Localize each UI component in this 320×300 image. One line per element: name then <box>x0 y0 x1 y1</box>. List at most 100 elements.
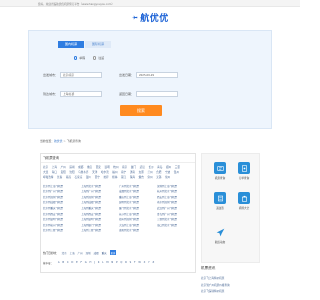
plane-logo-icon <box>131 15 138 20</box>
tile-order-search[interactable]: 订单查询 <box>234 162 254 180</box>
tile-label: 机票查询 <box>214 176 226 180</box>
letter-link[interactable]: P <box>116 261 118 265</box>
breadcrumb-sep: > <box>63 139 66 143</box>
side-panel: 机票查询 订单查询 退改签 机场大全 航班动态 <box>201 153 260 273</box>
return-date-input[interactable] <box>136 91 178 97</box>
building-icon <box>238 192 250 204</box>
city-link[interactable]: 常州 <box>165 175 170 180</box>
to-city-input[interactable]: 上海/虹桥 <box>60 91 102 97</box>
city-link[interactable]: 丽江 <box>121 175 126 180</box>
news-link[interactable]: 北京飞深圳特价机票 <box>201 289 230 293</box>
letter-link[interactable]: Y <box>148 261 150 265</box>
city-link[interactable]: 无锡 <box>156 175 161 180</box>
more-button[interactable]: 更多 <box>109 250 117 255</box>
plane-icon <box>214 226 226 238</box>
city-link[interactable]: 拉萨 <box>103 175 108 180</box>
order-icon <box>238 162 250 174</box>
oneway-radio[interactable] <box>74 56 78 60</box>
letter-link[interactable]: L <box>102 261 103 265</box>
letter-link[interactable]: S <box>130 261 132 265</box>
news-link[interactable]: 北京飞上海特价机票 <box>201 276 230 280</box>
letter-link[interactable]: D <box>71 261 73 265</box>
quick-tiles: 机票查询 订单查询 退改签 机场大全 航班动态 <box>201 153 260 263</box>
city-link[interactable]: 温州 <box>174 170 179 175</box>
city-link[interactable]: 西宁 <box>95 175 100 180</box>
news-list: 北京飞上海特价机票 北京到广州机票价格查询 北京飞深圳特价机票 <box>201 276 230 296</box>
letter-link[interactable]: M <box>106 261 108 265</box>
flight-query-section: 飞机票查询 北京 上海 广州 深圳 成都 重庆 西安 昆明 杭州 南京 厦门 武汉 长沙 青岛 郑州 三亚 大连… <box>40 153 196 273</box>
tab-domestic[interactable]: 国内机票 <box>58 41 84 48</box>
ticket-icon <box>214 162 226 174</box>
breadcrumb: 当前位置：航优优>飞机票查询 <box>40 139 81 143</box>
letter-link[interactable]: A <box>58 261 60 265</box>
route-link[interactable]: 贵阳到北京飞机票 <box>119 228 153 234</box>
city-link[interactable]: 烟台 <box>139 175 144 180</box>
letter-link[interactable]: X <box>144 261 146 265</box>
destination-link[interactable]: 北京 <box>62 251 67 255</box>
destination-link[interactable]: 深圳 <box>86 251 91 255</box>
letter-link[interactable]: J <box>94 261 95 265</box>
city-link[interactable]: 珠海 <box>130 175 135 180</box>
tile-label: 订单查询 <box>238 176 250 180</box>
route-list: 北京到上海飞机票 上海到北京飞机票 广州到北京飞机票 深圳到上海飞机票 北京到广州飞机票… <box>41 183 195 235</box>
destination-link[interactable]: 成都 <box>94 251 99 255</box>
roundtrip-radio[interactable] <box>93 56 97 60</box>
letter-link[interactable]: W <box>138 261 140 265</box>
note-icon <box>214 192 226 204</box>
letter-link[interactable]: N <box>111 261 113 265</box>
logo-text: 航优优 <box>140 14 169 24</box>
destination-link[interactable]: 重庆 <box>102 251 107 255</box>
letter-index: 按字母： A B C D E F G H J K L M N P Q R S T W X Y Z <box>43 261 154 265</box>
letter-link[interactable]: B <box>62 261 64 265</box>
city-link[interactable]: 桂林 <box>112 175 117 180</box>
letter-link[interactable]: Z <box>152 261 154 265</box>
search-tabs: 国内机票 国际机票 <box>58 41 112 48</box>
tile-label: 退改签 <box>216 206 224 210</box>
city-link[interactable]: 长春 <box>57 175 62 180</box>
tile-refund[interactable]: 退改签 <box>210 192 230 210</box>
city-link[interactable]: 南昌 <box>66 175 71 180</box>
top-bar: 您好，欢迎光临航优优机票预订平台（www.hangyouyou.com） <box>0 0 300 7</box>
to-city-label: 到达城市： <box>42 92 58 96</box>
welcome-text: 您好，欢迎光临航优优机票预订平台（www.hangyouyou.com） <box>38 3 115 6</box>
from-city-input[interactable]: 北京/南京 <box>60 72 102 78</box>
search-button[interactable]: 搜索 <box>120 105 162 116</box>
letter-link[interactable]: G <box>85 261 87 265</box>
site-logo[interactable]: 航优优 <box>0 7 300 28</box>
breadcrumb-current: 飞机票查询 <box>66 139 81 143</box>
city-link[interactable]: 泉州 <box>147 175 152 180</box>
breadcrumb-home[interactable]: 航优优 <box>54 139 62 143</box>
roundtrip-label: 往返 <box>98 56 104 60</box>
letter-link[interactable]: H <box>90 261 92 265</box>
letter-link[interactable]: R <box>125 261 127 265</box>
breadcrumb-label: 当前位置： <box>40 139 54 143</box>
route-link[interactable]: 海口到北京飞机票 <box>157 223 191 229</box>
tile-label: 航班动态 <box>214 240 226 244</box>
destination-link[interactable]: 广州 <box>78 251 83 255</box>
oneway-label: 单程 <box>79 56 85 60</box>
letter-link[interactable]: T <box>134 261 136 265</box>
letter-link[interactable]: F <box>81 261 82 265</box>
tile-ticket-search[interactable]: 机票查询 <box>210 162 230 180</box>
city-list: 北京 上海 广州 深圳 成都 重庆 西安 昆明 杭州 南京 厦门 武汉 长沙 青岛 郑州 三亚 大连 海口 贵阳 沈阳… <box>41 163 195 183</box>
return-date-label: 返回日期： <box>118 92 134 96</box>
letter-link[interactable]: E <box>76 261 78 265</box>
news-link[interactable]: 北京到广州机票价格查询 <box>201 283 230 287</box>
letter-link[interactable]: K <box>98 261 100 265</box>
destination-link[interactable]: 上海 <box>70 251 75 255</box>
tile-flight-status[interactable]: 航班动态 <box>210 226 230 244</box>
news-title: 机票资讯 <box>201 266 216 270</box>
depart-date-input[interactable]: 2025-09-29 <box>136 72 178 78</box>
letter-link[interactable]: C <box>67 261 69 265</box>
letter-index-label: 按字母： <box>43 262 54 265</box>
city-link[interactable]: 石家庄 <box>75 175 83 180</box>
city-link[interactable]: 银川 <box>86 175 91 180</box>
tile-airports[interactable]: 机场大全 <box>234 192 254 210</box>
letter-link[interactable]: Q <box>120 261 122 265</box>
city-link[interactable]: 呼和浩特 <box>43 175 53 180</box>
route-link[interactable]: 上海到三亚飞机票 <box>81 228 115 234</box>
route-link[interactable]: 北京到三亚飞机票 <box>43 228 77 234</box>
city-row: 呼和浩特 长春 南昌 石家庄 银川 西宁 拉萨 桂林 丽江 珠海 烟台 泉州 无锡 常州 <box>43 175 193 180</box>
from-city-label: 出发城市： <box>42 73 58 77</box>
tab-international[interactable]: 国际机票 <box>85 41 111 48</box>
